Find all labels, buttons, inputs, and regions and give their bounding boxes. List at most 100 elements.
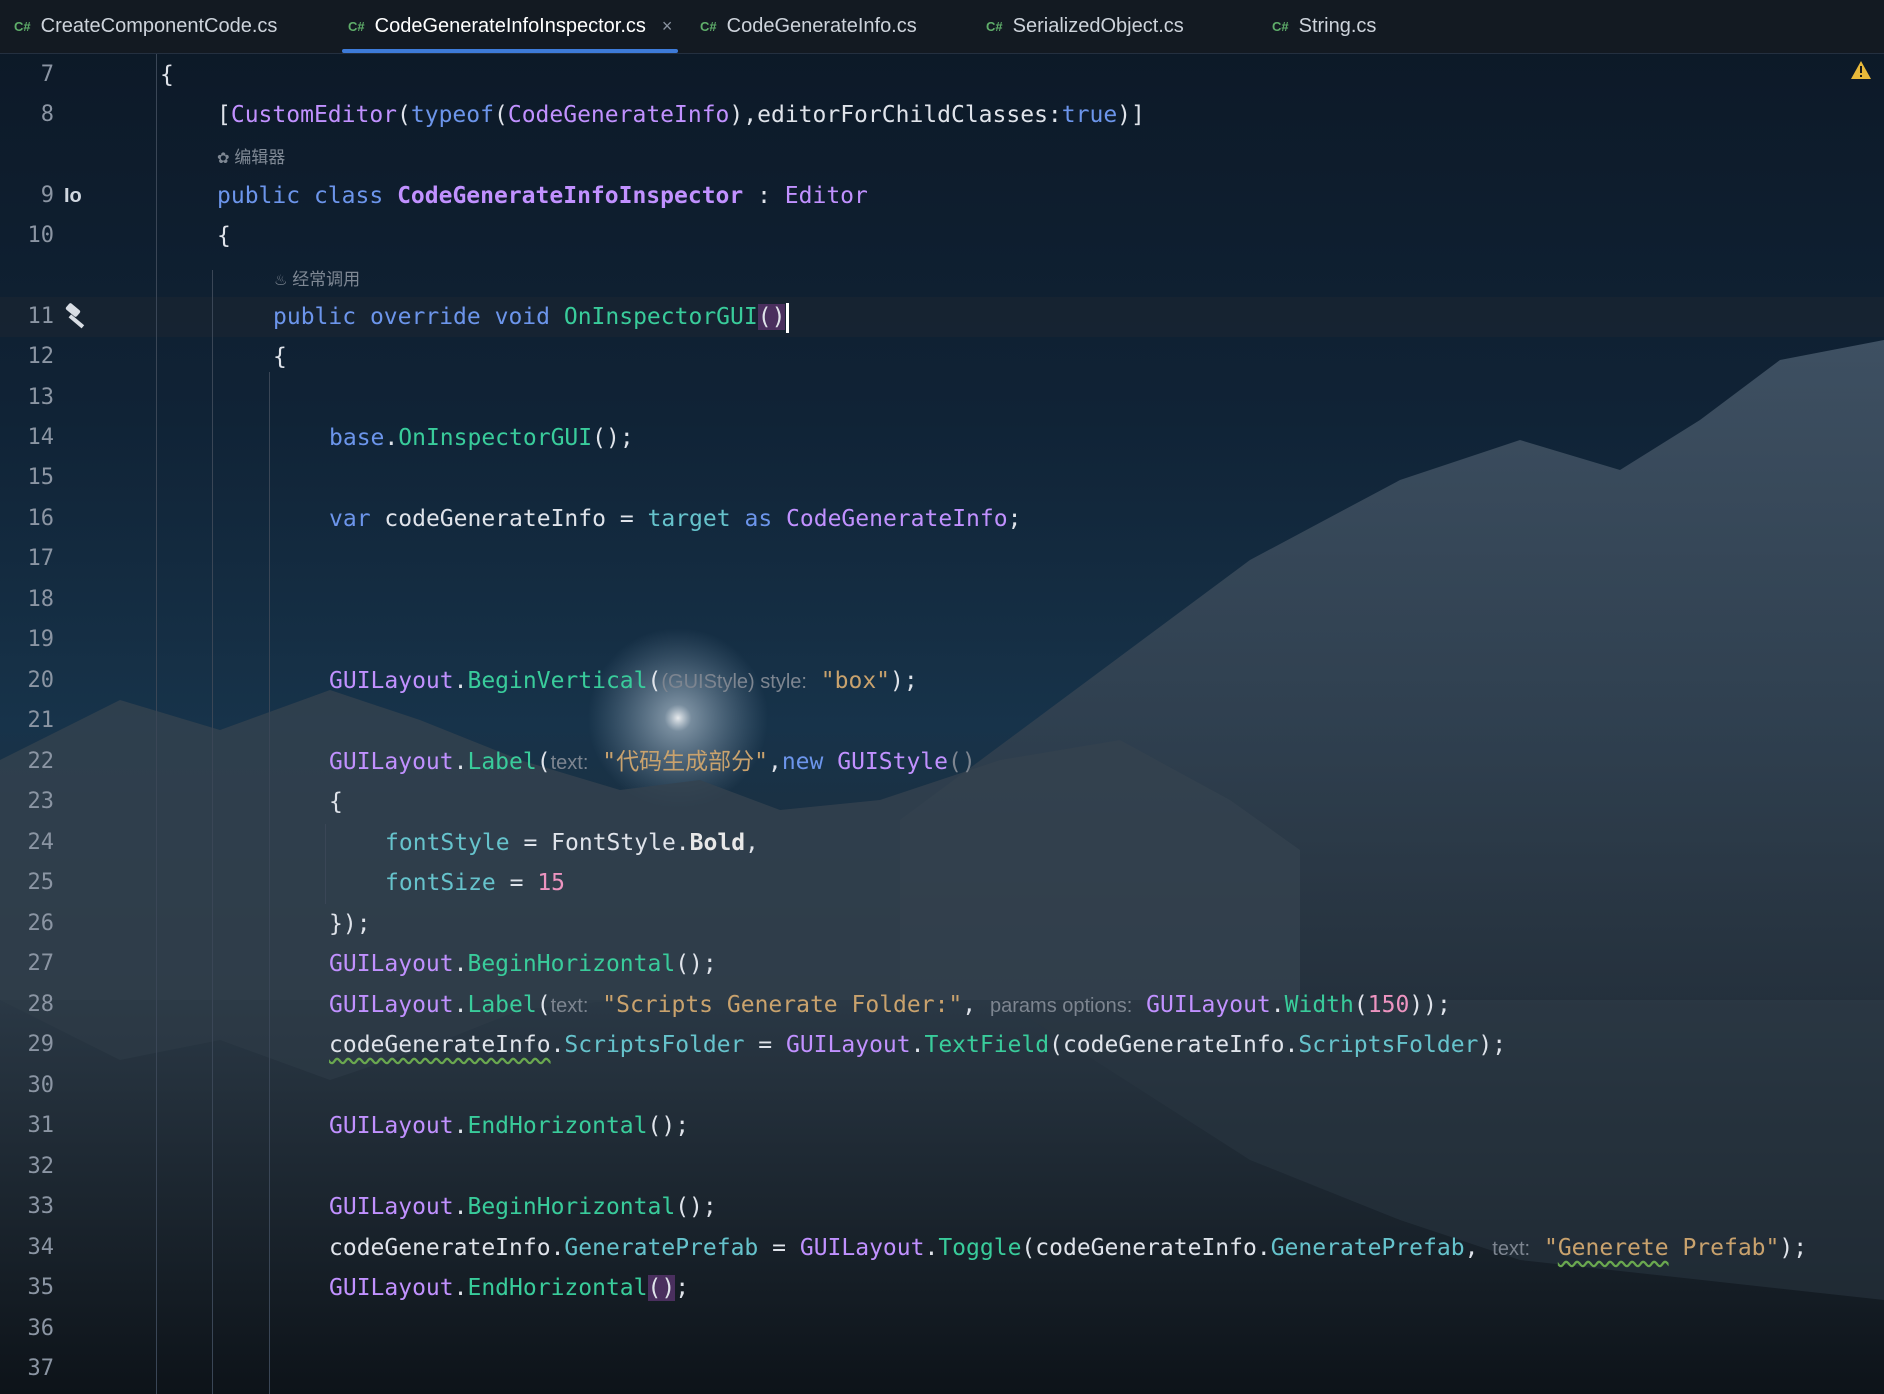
gutter-separator — [156, 54, 157, 1394]
tab-label: CodeGenerateInfo.cs — [726, 15, 917, 37]
parameter-hint: text: — [550, 752, 589, 774]
tab-label: String.cs — [1298, 15, 1377, 37]
code-line: 10 { — [0, 216, 1884, 256]
code-line: 36 — [0, 1309, 1884, 1349]
code-line: 20 GUILayout.BeginVertical((GUIStyle) st… — [0, 661, 1884, 701]
tab-label: CreateComponentCode.cs — [40, 15, 278, 37]
code-line: 13 — [0, 378, 1884, 418]
line-number: 17 — [27, 546, 55, 571]
text-caret — [786, 302, 790, 333]
typo-squiggle: Generete — [1557, 1235, 1669, 1261]
line-number: 35 — [27, 1275, 55, 1300]
code-line: 26 }); — [0, 904, 1884, 944]
code-line: 25 fontSize = 15 — [0, 863, 1884, 903]
code-text: var codeGenerateInfo = target as CodeGen… — [329, 506, 1022, 532]
line-number: 28 — [27, 992, 55, 1017]
code-text: GUILayout.EndHorizontal(); — [329, 1275, 690, 1301]
line-number: 11 — [27, 304, 55, 329]
line-number: 7 — [40, 62, 54, 87]
code-line: 15 — [0, 458, 1884, 498]
code-line: 9 Io public class CodeGenerateInfoInspec… — [0, 176, 1884, 216]
parameter-hint: text: — [550, 995, 589, 1017]
code-line: 21 — [0, 701, 1884, 741]
parameter-hint: params options: — [990, 995, 1133, 1017]
code-text: base.OnInspectorGUI(); — [329, 425, 634, 451]
tab-code-generate-info-inspector[interactable]: C# CodeGenerateInfoInspector.cs × — [334, 0, 686, 53]
csharp-file-icon: C# — [14, 19, 31, 34]
code-line: 19 — [0, 620, 1884, 660]
csharp-file-icon: C# — [1272, 19, 1289, 34]
code-line-current: 11 public override void OnInspectorGUI() — [0, 297, 1884, 337]
code-line: 28 GUILayout.Label(text: "Scripts Genera… — [0, 985, 1884, 1025]
line-number: 31 — [27, 1113, 55, 1138]
line-number: 21 — [27, 708, 55, 733]
code-line: 32 — [0, 1147, 1884, 1187]
frequent-call-hint[interactable]: ♨ 经常调用 — [274, 266, 360, 295]
editor-tab-bar: C# CreateComponentCode.cs C# CodeGenerat… — [0, 0, 1884, 54]
code-line: 14 base.OnInspectorGUI(); — [0, 418, 1884, 458]
code-editor[interactable]: 7 { 8 [CustomEditor(typeof(CodeGenerateI… — [0, 54, 1884, 1394]
line-number: 37 — [27, 1356, 55, 1381]
parameter-hint: text: — [1492, 1238, 1531, 1260]
tab-serialized-object[interactable]: C# SerializedObject.cs — [972, 0, 1258, 53]
tab-string[interactable]: C# String.cs — [1258, 0, 1436, 53]
line-number: 16 — [27, 506, 55, 531]
code-text: public override void OnInspectorGUI() — [273, 297, 790, 337]
code-line: 33 GUILayout.BeginHorizontal(); — [0, 1187, 1884, 1227]
code-text: { — [273, 344, 287, 370]
line-number: 24 — [27, 830, 55, 855]
code-line: 16 var codeGenerateInfo = target as Code… — [0, 499, 1884, 539]
line-number: 8 — [40, 102, 54, 127]
code-text: codeGenerateInfo.ScriptsFolder = GUILayo… — [329, 1032, 1507, 1058]
csharp-file-icon: C# — [700, 19, 717, 34]
unity-icon: ✿ — [217, 150, 230, 167]
code-text: GUILayout.Label(text: "Scripts Generate … — [329, 992, 1451, 1018]
code-text: GUILayout.EndHorizontal(); — [329, 1113, 690, 1139]
code-line: 8 [CustomEditor(typeof(CodeGenerateInfo)… — [0, 95, 1884, 135]
indent-guide — [325, 824, 326, 904]
code-line: 35 GUILayout.EndHorizontal(); — [0, 1268, 1884, 1308]
csharp-file-icon: C# — [986, 19, 1003, 34]
code-text: GUILayout.BeginHorizontal(); — [329, 1194, 717, 1220]
code-line: 22 GUILayout.Label(text: "代码生成部分",new GU… — [0, 742, 1884, 782]
code-line: 31 GUILayout.EndHorizontal(); — [0, 1106, 1884, 1146]
line-number: 33 — [27, 1194, 55, 1219]
tab-code-generate-info[interactable]: C# CodeGenerateInfo.cs — [686, 0, 972, 53]
code-text: GUILayout.BeginHorizontal(); — [329, 951, 717, 977]
code-text: fontStyle = FontStyle.Bold, — [385, 830, 759, 856]
code-text: { — [160, 62, 174, 88]
code-text: GUILayout.BeginVertical((GUIStyle) style… — [329, 668, 918, 694]
line-number: 9 — [40, 183, 54, 208]
tab-create-component-code[interactable]: C# CreateComponentCode.cs — [0, 0, 334, 53]
implementations-io-icon[interactable]: Io — [64, 176, 82, 216]
line-number: 13 — [27, 385, 55, 410]
warning-icon[interactable] — [1850, 60, 1872, 84]
code-text: fontSize = 15 — [385, 870, 566, 896]
code-text: [CustomEditor(typeof(CodeGenerateInfo),e… — [217, 102, 1145, 128]
line-number: 20 — [27, 668, 55, 693]
line-number: 30 — [27, 1073, 55, 1098]
line-number: 36 — [27, 1316, 55, 1341]
line-number: 26 — [27, 911, 55, 936]
code-text: { — [217, 223, 231, 249]
tab-label: CodeGenerateInfoInspector.cs — [374, 15, 646, 37]
code-line: 7 { — [0, 55, 1884, 95]
usage-hint[interactable]: ✿ 编辑器 — [217, 144, 285, 173]
code-line: 30 — [0, 1066, 1884, 1106]
hammer-icon[interactable] — [62, 303, 90, 335]
code-line: 17 — [0, 539, 1884, 579]
code-text: codeGenerateInfo.GeneratePrefab = GUILay… — [329, 1235, 1808, 1261]
code-text: }); — [329, 911, 371, 937]
line-number: 19 — [27, 627, 55, 652]
code-line: 29 codeGenerateInfo.ScriptsFolder = GUIL… — [0, 1025, 1884, 1065]
line-number: 32 — [27, 1154, 55, 1179]
line-number: 10 — [27, 223, 55, 248]
line-number: 18 — [27, 587, 55, 612]
close-tab-icon[interactable]: × — [662, 16, 673, 37]
line-number: 25 — [27, 870, 55, 895]
code-line: 27 GUILayout.BeginHorizontal(); — [0, 944, 1884, 984]
flame-icon: ♨ — [274, 272, 288, 289]
code-line: 24 fontStyle = FontStyle.Bold, — [0, 823, 1884, 863]
line-number: 23 — [27, 789, 55, 814]
indent-guide — [212, 270, 213, 1394]
